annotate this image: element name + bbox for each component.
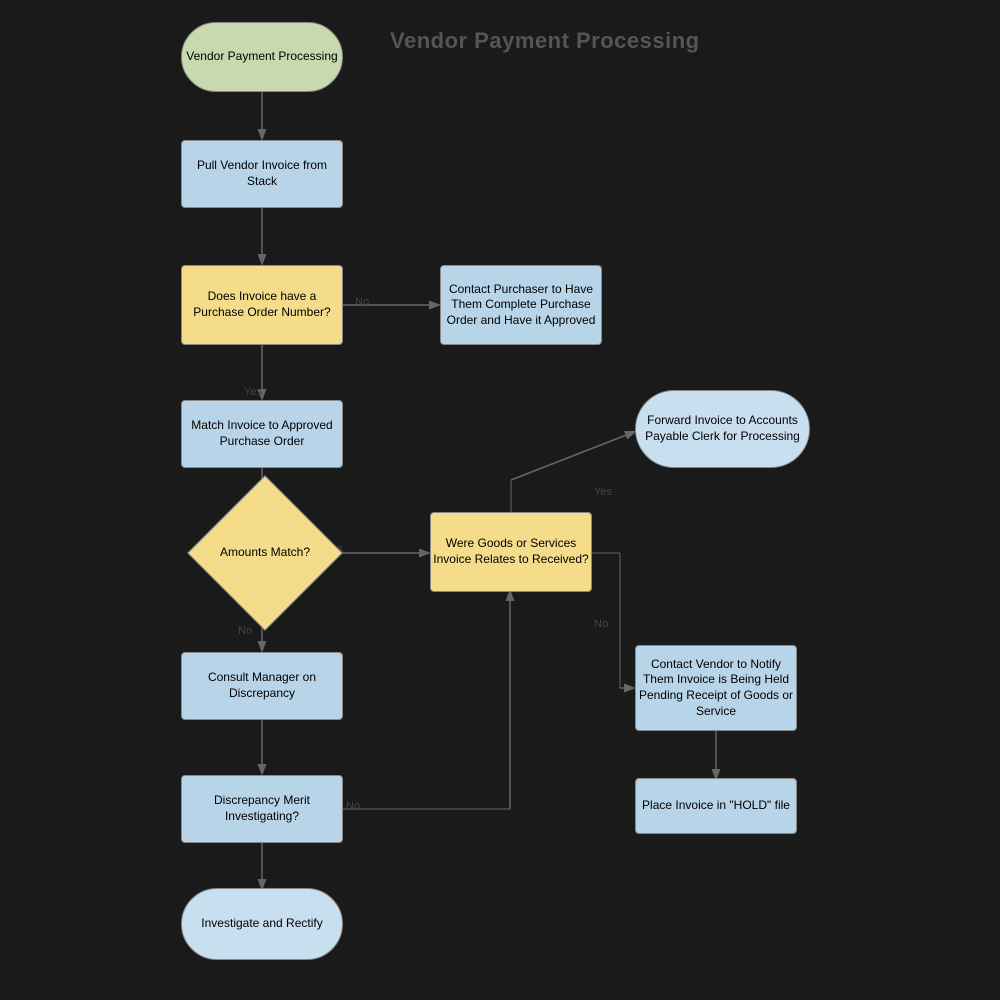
node-pull-invoice-label: Pull Vendor Invoice from Stack xyxy=(182,158,342,189)
node-place-hold-label: Place Invoice in "HOLD" file xyxy=(642,798,790,814)
node-forward-invoice: Forward Invoice to Accounts Payable Cler… xyxy=(635,390,810,468)
node-forward-invoice-label: Forward Invoice to Accounts Payable Cler… xyxy=(636,413,809,444)
node-contact-purchaser: Contact Purchaser to Have Them Complete … xyxy=(440,265,602,345)
label-yes-goods: Yes xyxy=(594,486,612,498)
node-pull-invoice: Pull Vendor Invoice from Stack xyxy=(181,140,343,208)
page-title: Vendor Payment Processing xyxy=(390,28,700,54)
node-amounts-match: Amounts Match? xyxy=(187,475,343,631)
node-contact-vendor-label: Contact Vendor to Notify Them Invoice is… xyxy=(636,657,796,719)
label-no-discrepancy: No xyxy=(346,800,360,812)
label-no-goods: No xyxy=(594,618,608,630)
node-match-invoice: Match Invoice to Approved Purchase Order xyxy=(181,400,343,468)
label-no-po: No xyxy=(355,296,369,308)
node-contact-purchaser-label: Contact Purchaser to Have Them Complete … xyxy=(441,282,601,329)
node-goods-received-label: Were Goods or Services Invoice Relates t… xyxy=(431,536,591,567)
node-place-hold: Place Invoice in "HOLD" file xyxy=(635,778,797,834)
node-match-invoice-label: Match Invoice to Approved Purchase Order xyxy=(182,418,342,449)
node-contact-vendor: Contact Vendor to Notify Them Invoice is… xyxy=(635,645,797,731)
node-has-po: Does Invoice have a Purchase Order Numbe… xyxy=(181,265,343,345)
label-yes-po: Yes xyxy=(244,386,262,398)
node-consult-manager-label: Consult Manager on Discrepancy xyxy=(182,670,342,701)
node-has-po-label: Does Invoice have a Purchase Order Numbe… xyxy=(182,289,342,320)
node-discrepancy-merit: Discrepancy Merit Investigating? xyxy=(181,775,343,843)
node-amounts-match-label: Amounts Match? xyxy=(220,545,310,561)
node-start-label: Vendor Payment Processing xyxy=(186,49,337,65)
node-discrepancy-merit-label: Discrepancy Merit Investigating? xyxy=(182,793,342,824)
flowchart-arrows xyxy=(0,0,1000,1000)
node-goods-received: Were Goods or Services Invoice Relates t… xyxy=(430,512,592,592)
label-no-amounts: No xyxy=(238,625,252,637)
node-investigate: Investigate and Rectify xyxy=(181,888,343,960)
node-start: Vendor Payment Processing xyxy=(181,22,343,92)
node-consult-manager: Consult Manager on Discrepancy xyxy=(181,652,343,720)
node-investigate-label: Investigate and Rectify xyxy=(201,916,322,932)
